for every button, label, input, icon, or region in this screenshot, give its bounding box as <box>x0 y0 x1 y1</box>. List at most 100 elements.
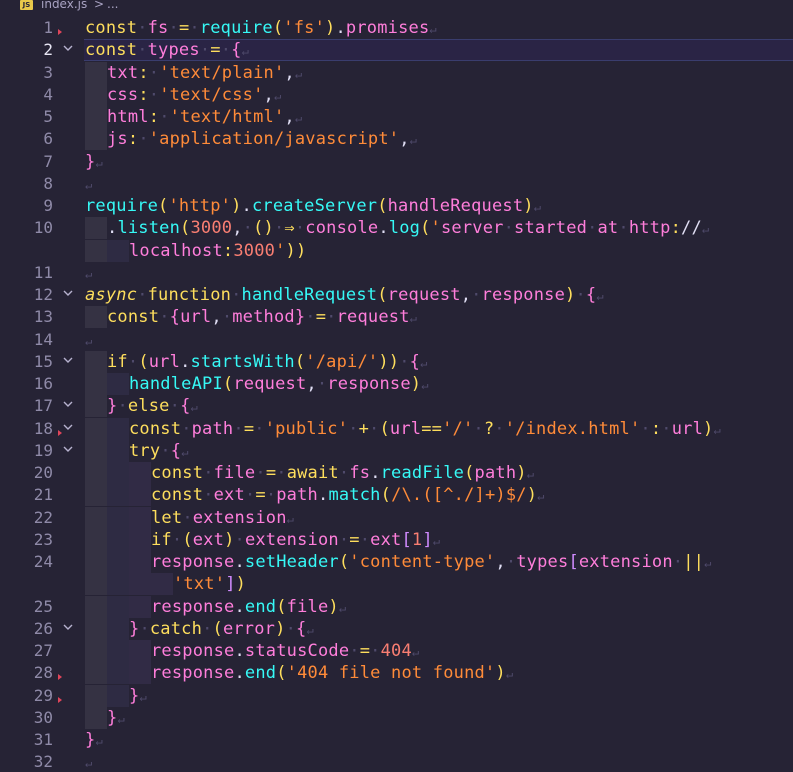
code-text[interactable]: }·catch·(error)·{↵ <box>129 618 314 641</box>
line-number[interactable]: 16 <box>0 373 53 395</box>
code-text[interactable]: }↵ <box>85 729 103 752</box>
code-line[interactable]: 3 txt:·'text/plain',↵ <box>0 61 793 85</box>
code-line[interactable]: 2 const·types·=·{↵ <box>0 39 793 62</box>
breadcrumb-symbol-path[interactable]: ... <box>107 0 118 11</box>
code-text[interactable]: try·{↵ <box>129 440 189 463</box>
line-number[interactable]: 13 <box>0 306 53 328</box>
line-number[interactable]: 5 <box>0 106 53 128</box>
code-text[interactable]: js:·'application/javascript',↵ <box>107 128 417 151</box>
code-text[interactable]: response.statusCode·=·404↵ <box>151 640 419 663</box>
line-number[interactable]: 2 <box>0 39 53 61</box>
code-line[interactable]: 32 ↵ <box>0 751 793 772</box>
line-number[interactable]: 8 <box>0 173 53 195</box>
code-text[interactable]: handleAPI(request,·response)↵ <box>129 373 429 396</box>
code-line[interactable]: 28 response.end('404 file not found')↵ <box>0 662 793 685</box>
chevron-down-icon[interactable] <box>62 354 76 368</box>
code-line[interactable]: 14 ↵ <box>0 329 793 351</box>
code-line[interactable]: localhost:3000')) <box>0 239 793 262</box>
chevron-down-icon[interactable] <box>62 398 76 412</box>
code-text[interactable]: .listen(3000,·()·⇒·console.log('server·s… <box>107 217 709 240</box>
line-number[interactable]: 18 <box>0 418 53 440</box>
code-line[interactable]: 24 response.setHeader('content-type',·typ… <box>0 551 793 573</box>
code-text[interactable]: }↵ <box>85 151 103 174</box>
line-number[interactable]: 14 <box>0 329 53 351</box>
breadcrumb[interactable]: JS index.js > ... <box>0 0 793 14</box>
code-text[interactable]: const·file·=·await·fs.readFile(path)↵ <box>151 462 534 485</box>
chevron-down-icon[interactable] <box>62 421 76 435</box>
code-line[interactable]: 7 }↵ <box>0 151 793 173</box>
line-number[interactable]: 31 <box>0 729 53 751</box>
chevron-down-icon[interactable] <box>62 621 76 635</box>
code-text[interactable]: response.end('404 file not found')↵ <box>151 662 513 685</box>
code-text[interactable]: require('http').createServer(handleReque… <box>85 195 541 218</box>
code-text[interactable]: }·else·{↵ <box>107 395 198 418</box>
line-number[interactable]: 27 <box>0 640 53 662</box>
code-line[interactable]: 11 ↵ <box>0 262 793 284</box>
code-line[interactable]: 20 const·file·=·await·fs.readFile(path)↵ <box>0 462 793 484</box>
line-number[interactable]: 29 <box>0 685 53 707</box>
line-number[interactable]: 10 <box>0 217 53 239</box>
code-text[interactable]: }↵ <box>107 707 125 730</box>
line-number[interactable]: 28 <box>0 662 53 684</box>
code-text[interactable]: const·types·=·{↵ <box>85 39 249 62</box>
line-number[interactable]: 19 <box>0 440 53 462</box>
chevron-down-icon[interactable] <box>62 42 76 56</box>
code-line[interactable]: 4 css:·'text/css',↵ <box>0 83 793 106</box>
code-line[interactable]: 9 require('http').createServer(handleRequ… <box>0 195 793 217</box>
code-text[interactable]: ↵ <box>85 262 92 285</box>
code-line[interactable]: 25 response.end(file)↵ <box>0 595 793 619</box>
code-line[interactable]: 16 handleAPI(request,·response)↵ <box>0 373 793 395</box>
code-line[interactable]: 'txt']) <box>0 573 793 596</box>
code-text[interactable]: response.end(file)↵ <box>151 596 346 619</box>
line-number[interactable]: 32 <box>0 751 53 772</box>
code-line[interactable]: 29 }↵ <box>0 684 793 708</box>
code-text[interactable]: 'txt']) <box>173 573 246 595</box>
line-number[interactable]: 6 <box>0 128 53 150</box>
code-text[interactable]: async·function·handleRequest(request,·re… <box>85 284 604 307</box>
line-number[interactable]: 15 <box>0 351 53 373</box>
code-text[interactable]: }↵ <box>129 685 147 708</box>
line-number[interactable]: 21 <box>0 484 53 506</box>
line-number[interactable]: 1 <box>0 17 53 39</box>
line-number[interactable]: 24 <box>0 551 53 573</box>
code-text[interactable]: localhost:3000')) <box>129 240 306 262</box>
line-number[interactable]: 17 <box>0 395 53 417</box>
code-text[interactable]: ↵ <box>85 751 92 772</box>
line-number[interactable]: 11 <box>0 262 53 284</box>
code-line[interactable]: 17 }·else·{↵ <box>0 395 793 418</box>
code-text[interactable]: response.setHeader('content-type',·types… <box>151 551 712 574</box>
code-text[interactable]: ↵ <box>85 329 92 352</box>
code-line[interactable]: 15 if·(url.startsWith('/api/'))·{↵ <box>0 350 793 374</box>
code-line[interactable]: 6 js:·'application/javascript',↵ <box>0 128 793 151</box>
code-text[interactable]: ↵ <box>85 173 92 196</box>
code-line[interactable]: 12 async·function·handleRequest(request,·… <box>0 284 793 306</box>
code-text[interactable]: txt:·'text/plain',↵ <box>107 62 302 85</box>
line-number[interactable]: 12 <box>0 284 53 306</box>
code-line[interactable]: 13 const·{url,·method}·=·request↵ <box>0 306 793 329</box>
code-text[interactable]: let·extension↵ <box>151 507 294 530</box>
code-line[interactable]: 21 const·ext·=·path.match(/\.([^./]+)$/)↵ <box>0 484 793 507</box>
code-line[interactable]: 31 }↵ <box>0 729 793 751</box>
code-line[interactable]: 22 let·extension↵ <box>0 506 793 530</box>
line-number[interactable]: 7 <box>0 151 53 173</box>
code-line[interactable]: 18 const·path·=·'public'·+·(url=='/'·?·'/… <box>0 417 793 441</box>
breadcrumb-file-name[interactable]: index.js <box>41 0 87 11</box>
code-editor[interactable]: 1 const·fs·=·require('fs').promises↵ 2 cons… <box>0 17 793 772</box>
code-line[interactable]: 1 const·fs·=·require('fs').promises↵ <box>0 17 793 39</box>
line-number[interactable]: 4 <box>0 84 53 106</box>
code-line[interactable]: 19 try·{↵ <box>0 439 793 463</box>
line-number[interactable]: 22 <box>0 507 53 529</box>
code-text[interactable]: const·path·=·'public'·+·(url=='/'·?·'/in… <box>129 418 721 441</box>
code-line[interactable]: 30}↵ <box>0 706 793 730</box>
code-line[interactable]: 5 html:·'text/html',↵ <box>0 106 793 128</box>
chevron-down-icon[interactable] <box>62 443 76 457</box>
code-line[interactable]: 10 .listen(3000,·()·⇒·console.log('server… <box>0 217 793 240</box>
code-line[interactable]: 8 ↵ <box>0 173 793 195</box>
code-text[interactable]: if·(url.startsWith('/api/'))·{↵ <box>107 351 428 374</box>
code-line[interactable]: 26 }·catch·(error)·{↵ <box>0 617 793 641</box>
line-number[interactable]: 9 <box>0 195 53 217</box>
line-number[interactable]: 23 <box>0 529 53 551</box>
code-text[interactable]: html:·'text/html',↵ <box>107 106 302 129</box>
line-number[interactable]: 26 <box>0 618 53 640</box>
code-text[interactable]: const·{url,·method}·=·request↵ <box>107 306 417 329</box>
